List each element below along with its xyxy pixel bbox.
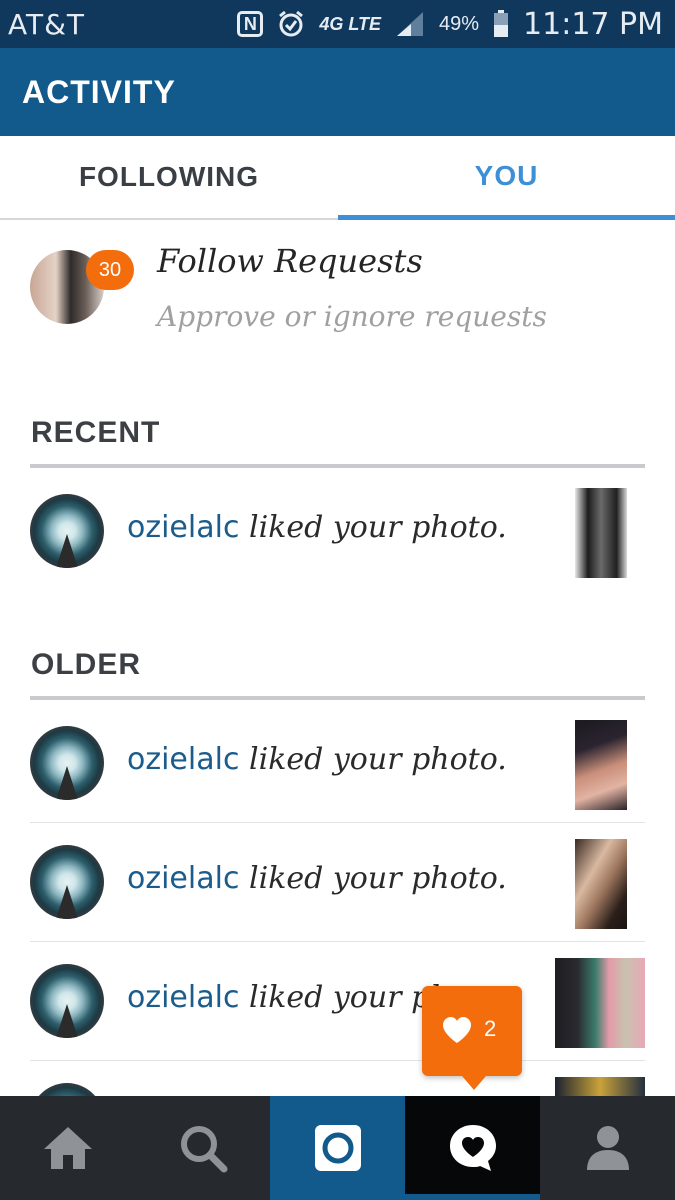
battery-icon [494,10,509,37]
activity-action: liked your photo. [249,510,507,545]
photo-thumbnail[interactable] [575,839,627,929]
divider [30,464,645,468]
avatar[interactable] [30,726,104,800]
activity-text: ozielalc liked your photo. [127,742,507,777]
battery-percent: 49% [439,12,480,35]
follow-requests-subtitle: Approve or ignore requests [157,300,547,333]
avatar[interactable] [30,845,104,919]
divider [30,696,645,700]
follow-request-badge: 30 [86,250,134,290]
section-title-recent: RECENT [31,416,161,449]
photo-thumbnail[interactable] [555,1077,645,1096]
activity-feed[interactable]: 30 Follow Requests Approve or ignore req… [0,220,675,1096]
list-item[interactable]: ozielalc liked your photo. [30,942,645,1061]
nav-activity-button[interactable] [405,1096,540,1200]
status-icons: N 4G LTE 49% 11:17 PM [237,6,663,42]
username-link[interactable]: ozielalc [127,742,239,777]
heart-icon [443,1017,471,1043]
lte-4g-icon: 4G LTE [319,14,381,34]
activity-action: liked your photo. [249,861,507,896]
tab-bar: FOLLOWING YOU [0,136,675,220]
nav-search-button[interactable] [135,1096,270,1200]
camera-icon [314,1125,361,1171]
list-item[interactable]: ozielalc liked your photo. [30,472,645,590]
photo-thumbnail[interactable] [575,720,627,810]
section-title-older: OLDER [31,648,141,681]
nav-camera-button[interactable] [270,1096,405,1200]
follow-requests-title: Follow Requests [157,242,423,280]
home-icon [43,1127,92,1169]
list-item[interactable] [30,1061,645,1096]
list-item[interactable]: ozielalc liked your photo. [30,823,645,942]
carrier-label: AT&T [8,8,86,41]
avatar[interactable] [30,964,104,1038]
activity-action: liked your photo. [249,742,507,777]
app-bar: ACTIVITY [0,48,675,136]
avatar[interactable] [30,1083,104,1096]
username-link[interactable]: ozielalc [127,980,239,1015]
nav-home-button[interactable] [0,1096,135,1200]
nfc-icon: N [237,11,264,37]
nav-profile-button[interactable] [540,1096,675,1200]
status-bar: AT&T N 4G LTE 49% 11:17 PM [0,0,675,48]
clock: 11:17 PM [523,6,663,42]
follow-requests-row[interactable]: 30 Follow Requests Approve or ignore req… [0,220,675,360]
activity-text: ozielalc liked your photo. [127,861,507,896]
username-link[interactable]: ozielalc [127,861,239,896]
page-title: ACTIVITY [22,74,176,110]
tab-you[interactable]: YOU [338,136,675,220]
alarm-icon [279,10,304,37]
photo-thumbnail[interactable] [575,488,627,578]
activity-text: ozielalc liked your photo. [127,510,507,545]
notification-count: 2 [484,1016,497,1041]
signal-icon [397,12,423,36]
photo-thumbnail[interactable] [555,958,645,1048]
activity-icon [449,1125,496,1171]
list-item[interactable]: ozielalc liked your photo. [30,704,645,823]
selected-indicator [405,1194,540,1200]
username-link[interactable]: ozielalc [127,510,239,545]
search-icon [180,1126,227,1173]
likes-notification-bubble[interactable]: 2 [422,986,522,1090]
bottom-nav [0,1096,675,1200]
avatar[interactable] [30,494,104,568]
tab-following[interactable]: FOLLOWING [0,136,338,220]
profile-icon [586,1126,629,1170]
